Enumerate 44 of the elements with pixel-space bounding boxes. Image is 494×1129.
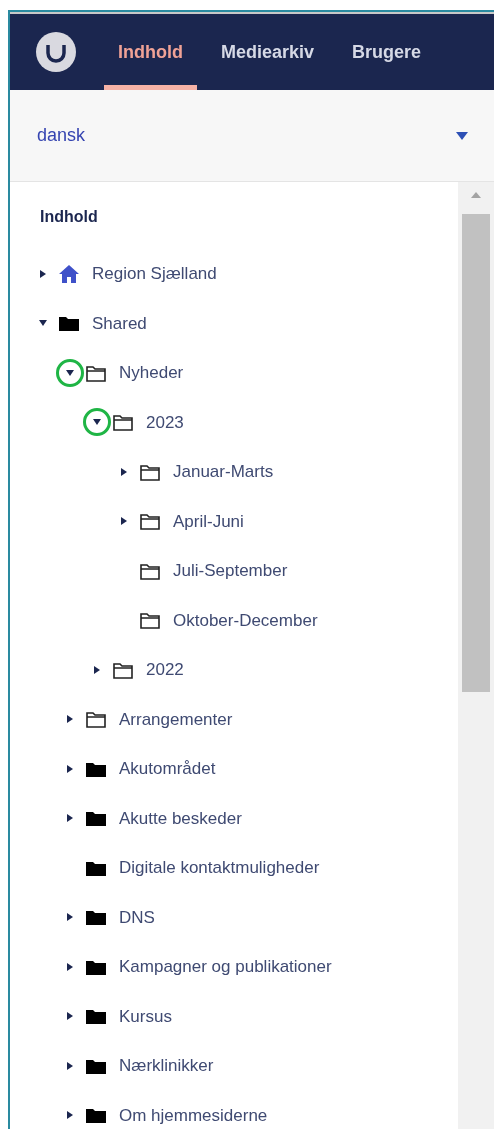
tree-item[interactable]: Nyheder <box>119 360 184 386</box>
caret-right-icon[interactable] <box>66 1061 74 1070</box>
tree-item[interactable]: Arrangementer <box>119 706 233 732</box>
caret-right-icon[interactable] <box>120 467 128 476</box>
tree-item[interactable]: Kampagner og publikationer <box>119 954 332 980</box>
caret-down-icon[interactable] <box>39 319 47 328</box>
caret-down-icon[interactable] <box>66 368 74 377</box>
tree-item[interactable]: Om hjemmesiderne <box>119 1102 268 1128</box>
nav-tab[interactable]: Mediearkiv <box>207 14 329 90</box>
folder-outline-icon <box>139 610 161 631</box>
tree-item[interactable]: Akutområdet <box>119 756 216 782</box>
tree-item[interactable]: 2022 <box>146 657 184 683</box>
folder-outline-icon <box>139 511 161 532</box>
scrollbar[interactable] <box>458 182 494 1129</box>
caret-right-icon[interactable] <box>39 269 47 278</box>
tree-item[interactable]: Kursus <box>119 1003 172 1029</box>
caret-right-icon[interactable] <box>66 1111 74 1120</box>
tree-item[interactable]: 2023 <box>146 409 184 435</box>
caret-down-icon <box>456 131 468 140</box>
tree-item[interactable]: April-Juni <box>173 508 244 534</box>
folder-outline-icon <box>85 709 107 730</box>
caret-right-icon[interactable] <box>66 814 74 823</box>
tree-item[interactable]: Digitale kontaktmuligheder <box>119 855 320 881</box>
caret-right-icon[interactable] <box>120 517 128 526</box>
tree-item[interactable]: Akutte beskeder <box>119 805 242 831</box>
caret-right-icon[interactable] <box>66 913 74 922</box>
home-icon <box>58 263 80 284</box>
caret-right-icon[interactable] <box>66 1012 74 1021</box>
caret-right-icon[interactable] <box>66 962 74 971</box>
tree-item[interactable]: DNS <box>119 904 155 930</box>
tree-item[interactable]: Region Sjælland <box>92 261 217 287</box>
nav-tab[interactable]: Brugere <box>338 14 436 90</box>
logo-icon[interactable] <box>36 32 76 72</box>
caret-right-icon[interactable] <box>66 715 74 724</box>
tree-item[interactable]: Januar-Marts <box>173 459 274 485</box>
tree-item[interactable]: Nærklinikker <box>119 1053 214 1079</box>
folder-outline-icon <box>112 412 134 433</box>
tree-item[interactable]: Juli-September <box>173 558 288 584</box>
tree-item[interactable]: Shared <box>92 310 147 336</box>
caret-right-icon[interactable] <box>66 764 74 773</box>
tree-item[interactable]: Oktober-December <box>173 607 318 633</box>
caret-right-icon[interactable] <box>93 665 101 674</box>
tree-heading: Indhold <box>39 207 98 227</box>
caret-down-icon[interactable] <box>93 418 101 427</box>
